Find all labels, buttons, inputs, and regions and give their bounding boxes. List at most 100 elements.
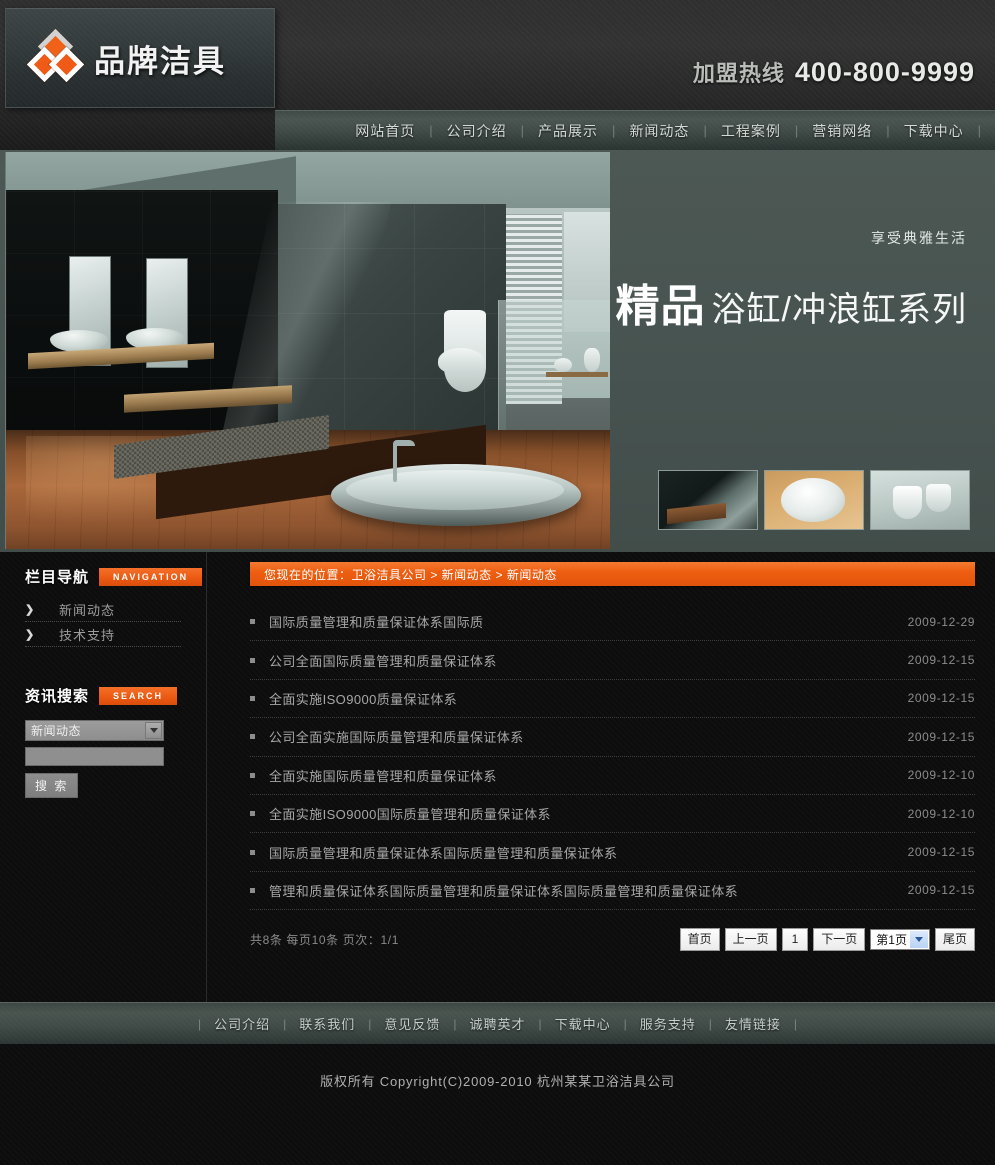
hotline-label: 加盟热线 [692, 61, 785, 86]
banner-thumbnails [658, 470, 970, 530]
news-title: 公司全面实施国际质量管理和质量保证体系 [269, 730, 524, 746]
banner-title-rest: 浴缸/冲浪缸系列 [711, 291, 967, 329]
pagination-page-1[interactable]: 1 [781, 928, 809, 952]
nav-item-home[interactable]: 网站首页 [341, 121, 429, 141]
hotline: 加盟热线 400-800-9999 [693, 56, 975, 88]
nav-item-network[interactable]: 营销网络 [798, 121, 886, 141]
pagination-controls: 首页 上一页 1 下一页 第1页 尾页 [679, 928, 975, 952]
nav-separator: | [612, 123, 616, 138]
sidebar: 栏目导航 NAVIGATION ❯ 新闻动态 ❯ 技术支持 资讯搜索 SEARC… [0, 552, 207, 1002]
news-item[interactable]: 国际质量管理和质量保证体系国际质量管理和质量保证体系 2009-12-15 [250, 833, 975, 872]
news-title: 全面实施ISO9000质量保证体系 [269, 691, 458, 707]
footer-link-feedback[interactable]: 意见反馈 [371, 1014, 453, 1033]
footer-link-about[interactable]: 公司介绍 [201, 1014, 283, 1033]
bullet-icon [250, 849, 255, 855]
banner-title: 精品 浴缸/冲浪缸系列 [616, 270, 967, 334]
nav-separator: | [794, 123, 799, 138]
pagination-next-button[interactable]: 下一页 [813, 928, 866, 952]
bullet-icon [250, 734, 255, 740]
nav-item-download[interactable]: 下载中心 [890, 121, 978, 141]
nav-item-news[interactable]: 新闻动态 [615, 121, 703, 141]
site-logo[interactable]: 品牌洁具 [5, 8, 275, 108]
news-title: 全面实施国际质量管理和质量保证体系 [269, 768, 497, 784]
footer-link-service[interactable]: 服务支持 [627, 1014, 709, 1033]
news-date: 2009-12-10 [907, 806, 975, 821]
sidebar-nav-title: 栏目导航 [25, 569, 90, 586]
banner-thumbnail[interactable] [658, 470, 758, 530]
bullet-icon [250, 887, 255, 893]
chevron-down-icon[interactable] [145, 722, 162, 739]
footer-link-partners[interactable]: 友情链接 [712, 1014, 794, 1033]
sidebar-item-news[interactable]: ❯ 新闻动态 [25, 597, 181, 622]
news-item[interactable]: 管理和质量保证体系国际质量管理和质量保证体系国际质量管理和质量保证体系 2009… [250, 872, 975, 911]
news-item[interactable]: 全面实施ISO9000质量保证体系 2009-12-15 [250, 680, 975, 719]
bullet-icon [250, 657, 255, 663]
breadcrumb: 您现在的位置：卫浴洁具公司 > 新闻动态 > 新闻动态 [250, 562, 975, 586]
bullet-icon [250, 811, 255, 817]
news-item[interactable]: 公司全面实施国际质量管理和质量保证体系 2009-12-15 [250, 718, 975, 757]
news-item[interactable]: 国际质量管理和质量保证体系国际质 2009-12-29 [250, 603, 975, 642]
pagination-info: 共8条 每页10条 页次：1/1 [250, 933, 399, 948]
main-navigation: 网站首页 | 公司介绍 | 产品展示 | 新闻动态 | 工程案例 | 营销网络 … [275, 110, 995, 150]
news-title: 管理和质量保证体系国际质量管理和质量保证体系国际质量管理和质量保证体系 [269, 883, 739, 899]
diamond-logo-icon [26, 28, 85, 83]
chevron-right-icon: ❯ [25, 628, 35, 641]
pagination-jump-select[interactable]: 第1页 [870, 929, 930, 951]
nav-separator: | [886, 123, 890, 138]
pagination-prev-button[interactable]: 上一页 [724, 928, 777, 952]
news-date: 2009-12-15 [907, 845, 975, 860]
chevron-right-icon: ❯ [25, 603, 35, 616]
sidebar-item-label: 技术支持 [59, 627, 116, 643]
news-date: 2009-12-29 [907, 614, 975, 629]
sidebar-search-title: 资讯搜索 [25, 688, 90, 705]
news-item[interactable]: 全面实施ISO9000国际质量管理和质量保证体系 2009-12-10 [250, 795, 975, 834]
banner-thumbnail[interactable] [870, 470, 970, 530]
bullet-icon [250, 695, 255, 701]
content-area: 栏目导航 NAVIGATION ❯ 新闻动态 ❯ 技术支持 资讯搜索 SEARC… [0, 552, 995, 1002]
nav-separator: | [977, 123, 981, 138]
pagination-first-button[interactable]: 首页 [679, 928, 720, 952]
nav-item-products[interactable]: 产品展示 [524, 121, 612, 141]
news-title: 国际质量管理和质量保证体系国际质量管理和质量保证体系 [269, 845, 618, 861]
search-form: 新闻动态 搜 索 [25, 720, 206, 798]
page-root: 品牌洁具 加盟热线 400-800-9999 网站首页 | 公司介绍 | 产品展… [0, 0, 995, 1165]
news-date: 2009-12-15 [907, 653, 975, 668]
news-title: 全面实施ISO9000国际质量管理和质量保证体系 [269, 807, 551, 823]
footer-link-contact[interactable]: 联系我们 [286, 1014, 368, 1033]
search-button[interactable]: 搜 索 [25, 773, 79, 798]
nav-separator: | [703, 123, 707, 138]
pagination: 共8条 每页10条 页次：1/1 首页 上一页 1 下一页 第1页 尾页 [250, 928, 975, 952]
footer-navigation: | 公司介绍 | 联系我们 | 意见反馈 | 诚聘英才 | 下载中心 | 服务支… [0, 1002, 995, 1044]
nav-separator: | [520, 123, 525, 138]
news-title: 公司全面国际质量管理和质量保证体系 [269, 653, 497, 669]
hotline-number: 400-800-9999 [794, 57, 975, 87]
bullet-icon [250, 619, 255, 625]
search-category-select[interactable]: 新闻动态 [25, 720, 164, 741]
news-item[interactable]: 公司全面国际质量管理和质量保证体系 2009-12-15 [250, 641, 975, 680]
footer-link-download[interactable]: 下载中心 [542, 1014, 624, 1033]
chevron-down-icon[interactable] [909, 931, 928, 949]
pagination-jump-value: 第1页 [876, 933, 907, 948]
site-header: 品牌洁具 加盟热线 400-800-9999 网站首页 | 公司介绍 | 产品展… [0, 0, 995, 150]
news-date: 2009-12-15 [907, 883, 975, 898]
news-list: 国际质量管理和质量保证体系国际质 2009-12-29 公司全面国际质量管理和质… [250, 603, 975, 911]
logo-text: 品牌洁具 [94, 43, 226, 79]
news-item[interactable]: 全面实施国际质量管理和质量保证体系 2009-12-10 [250, 757, 975, 795]
pagination-last-button[interactable]: 尾页 [934, 928, 975, 952]
nav-item-cases[interactable]: 工程案例 [707, 121, 795, 141]
banner-thumbnail[interactable] [764, 470, 864, 530]
sidebar-search-title-en: SEARCH [99, 686, 178, 705]
search-category-value: 新闻动态 [31, 724, 82, 738]
search-input[interactable] [25, 747, 164, 766]
hero-image [5, 152, 610, 549]
news-date: 2009-12-10 [907, 768, 975, 783]
sidebar-item-support[interactable]: ❯ 技术支持 [25, 622, 181, 647]
nav-item-about[interactable]: 公司介绍 [433, 121, 521, 141]
banner-title-strong: 精品 [615, 282, 706, 331]
sidebar-nav-header: 栏目导航 NAVIGATION [25, 566, 206, 587]
news-date: 2009-12-15 [907, 729, 975, 744]
news-title: 国际质量管理和质量保证体系国际质 [269, 615, 484, 631]
footer-link-careers[interactable]: 诚聘英才 [456, 1014, 538, 1033]
sidebar-nav-title-en: NAVIGATION [99, 567, 203, 586]
news-date: 2009-12-15 [907, 691, 975, 706]
